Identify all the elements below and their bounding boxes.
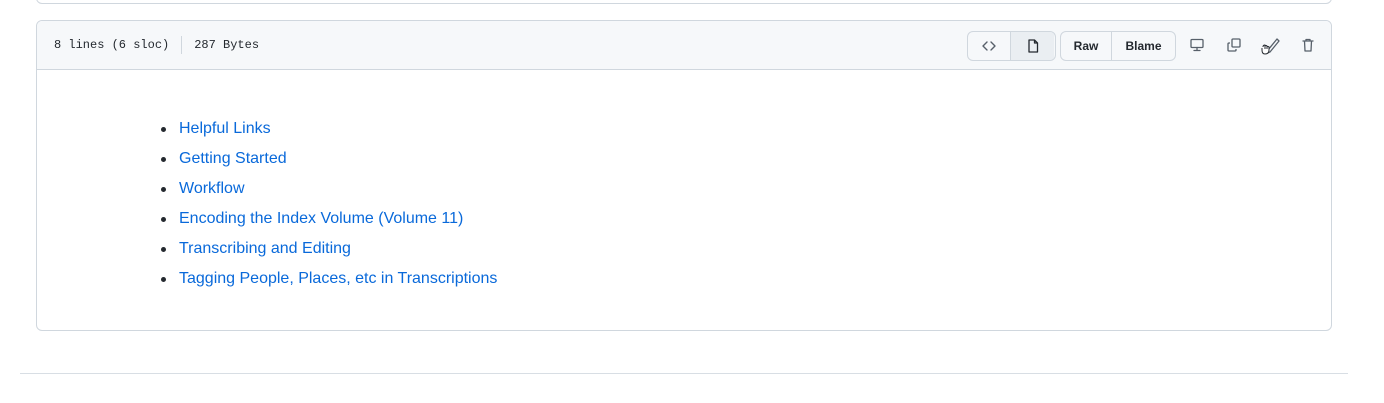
raw-button[interactable]: Raw [1061, 32, 1112, 60]
file-size: 287 Bytes [194, 38, 260, 52]
source-view-button[interactable] [968, 32, 1011, 60]
file-icon [1027, 39, 1038, 53]
file-viewer: 8 lines (6 sloc) 287 Bytes Raw Blame Hel… [36, 20, 1332, 331]
blame-button[interactable]: Blame [1112, 32, 1175, 60]
toc-link[interactable]: Transcribing and Editing [179, 240, 351, 257]
toc-list: Helpful Links Getting Started Workflow E… [161, 114, 497, 294]
footer-divider [20, 373, 1348, 374]
line-count: 8 lines (6 sloc) [54, 38, 170, 52]
edit-file-button[interactable] [1259, 33, 1283, 57]
list-item[interactable]: Transcribing and Editing [161, 234, 497, 264]
list-item[interactable]: Encoding the Index Volume (Volume 11) [161, 204, 497, 234]
copy-raw-button[interactable] [1222, 33, 1246, 57]
delete-file-button[interactable] [1296, 33, 1320, 57]
list-item[interactable]: Workflow [161, 174, 497, 204]
toc-link[interactable]: Getting Started [179, 150, 287, 167]
list-item[interactable]: Helpful Links [161, 114, 497, 144]
view-toggle-group [967, 31, 1056, 61]
toc-link[interactable]: Tagging People, Places, etc in Transcrip… [179, 270, 497, 287]
pencil-icon [1261, 38, 1280, 55]
toc-link[interactable]: Encoding the Index Volume (Volume 11) [179, 210, 463, 227]
list-item[interactable]: Getting Started [161, 144, 497, 174]
rendered-view-button[interactable] [1011, 32, 1054, 60]
previous-box-edge [36, 0, 1332, 4]
file-info: 8 lines (6 sloc) 287 Bytes [54, 21, 259, 69]
code-icon [982, 41, 996, 51]
info-divider [181, 36, 183, 54]
open-desktop-button[interactable] [1185, 33, 1209, 57]
toc-link[interactable]: Helpful Links [179, 120, 271, 137]
file-header: 8 lines (6 sloc) 287 Bytes Raw Blame [37, 21, 1331, 70]
trash-icon [1302, 38, 1314, 52]
desktop-icon [1190, 38, 1204, 52]
raw-blame-group: Raw Blame [1060, 31, 1176, 61]
copy-icon [1227, 38, 1241, 52]
toc-link[interactable]: Workflow [179, 180, 245, 197]
list-item[interactable]: Tagging People, Places, etc in Transcrip… [161, 264, 497, 294]
